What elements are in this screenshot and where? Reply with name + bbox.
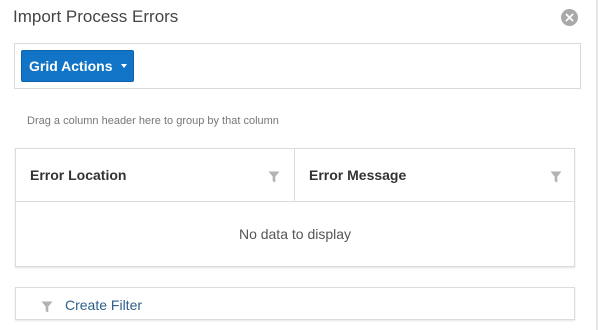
caret-down-icon [120, 64, 127, 68]
column-header-error-location[interactable]: Error Location [16, 149, 295, 201]
grid-header: Error Location Error Message [16, 149, 574, 202]
grid-toolbar: Grid Actions [14, 43, 581, 89]
grid-actions-label: Grid Actions [29, 58, 113, 74]
filter-icon [41, 300, 53, 313]
column-header-error-message[interactable]: Error Message [295, 149, 574, 201]
group-by-hint: Drag a column header here to group by th… [27, 115, 279, 127]
column-label: Error Location [30, 167, 127, 183]
filter-icon[interactable] [268, 170, 280, 183]
filter-icon[interactable] [550, 170, 562, 183]
column-label: Error Message [309, 167, 407, 183]
empty-message: No data to display [238, 226, 352, 242]
create-filter-button[interactable]: Create Filter [15, 287, 575, 320]
import-errors-dialog: Import Process Errors Grid Actions Drag … [0, 0, 598, 330]
errors-grid: Error Location Error Message No data to … [15, 148, 575, 267]
dialog-title: Import Process Errors [13, 7, 179, 26]
close-icon[interactable] [561, 9, 578, 26]
create-filter-label: Create Filter [65, 297, 143, 313]
grid-actions-button[interactable]: Grid Actions [21, 50, 134, 82]
